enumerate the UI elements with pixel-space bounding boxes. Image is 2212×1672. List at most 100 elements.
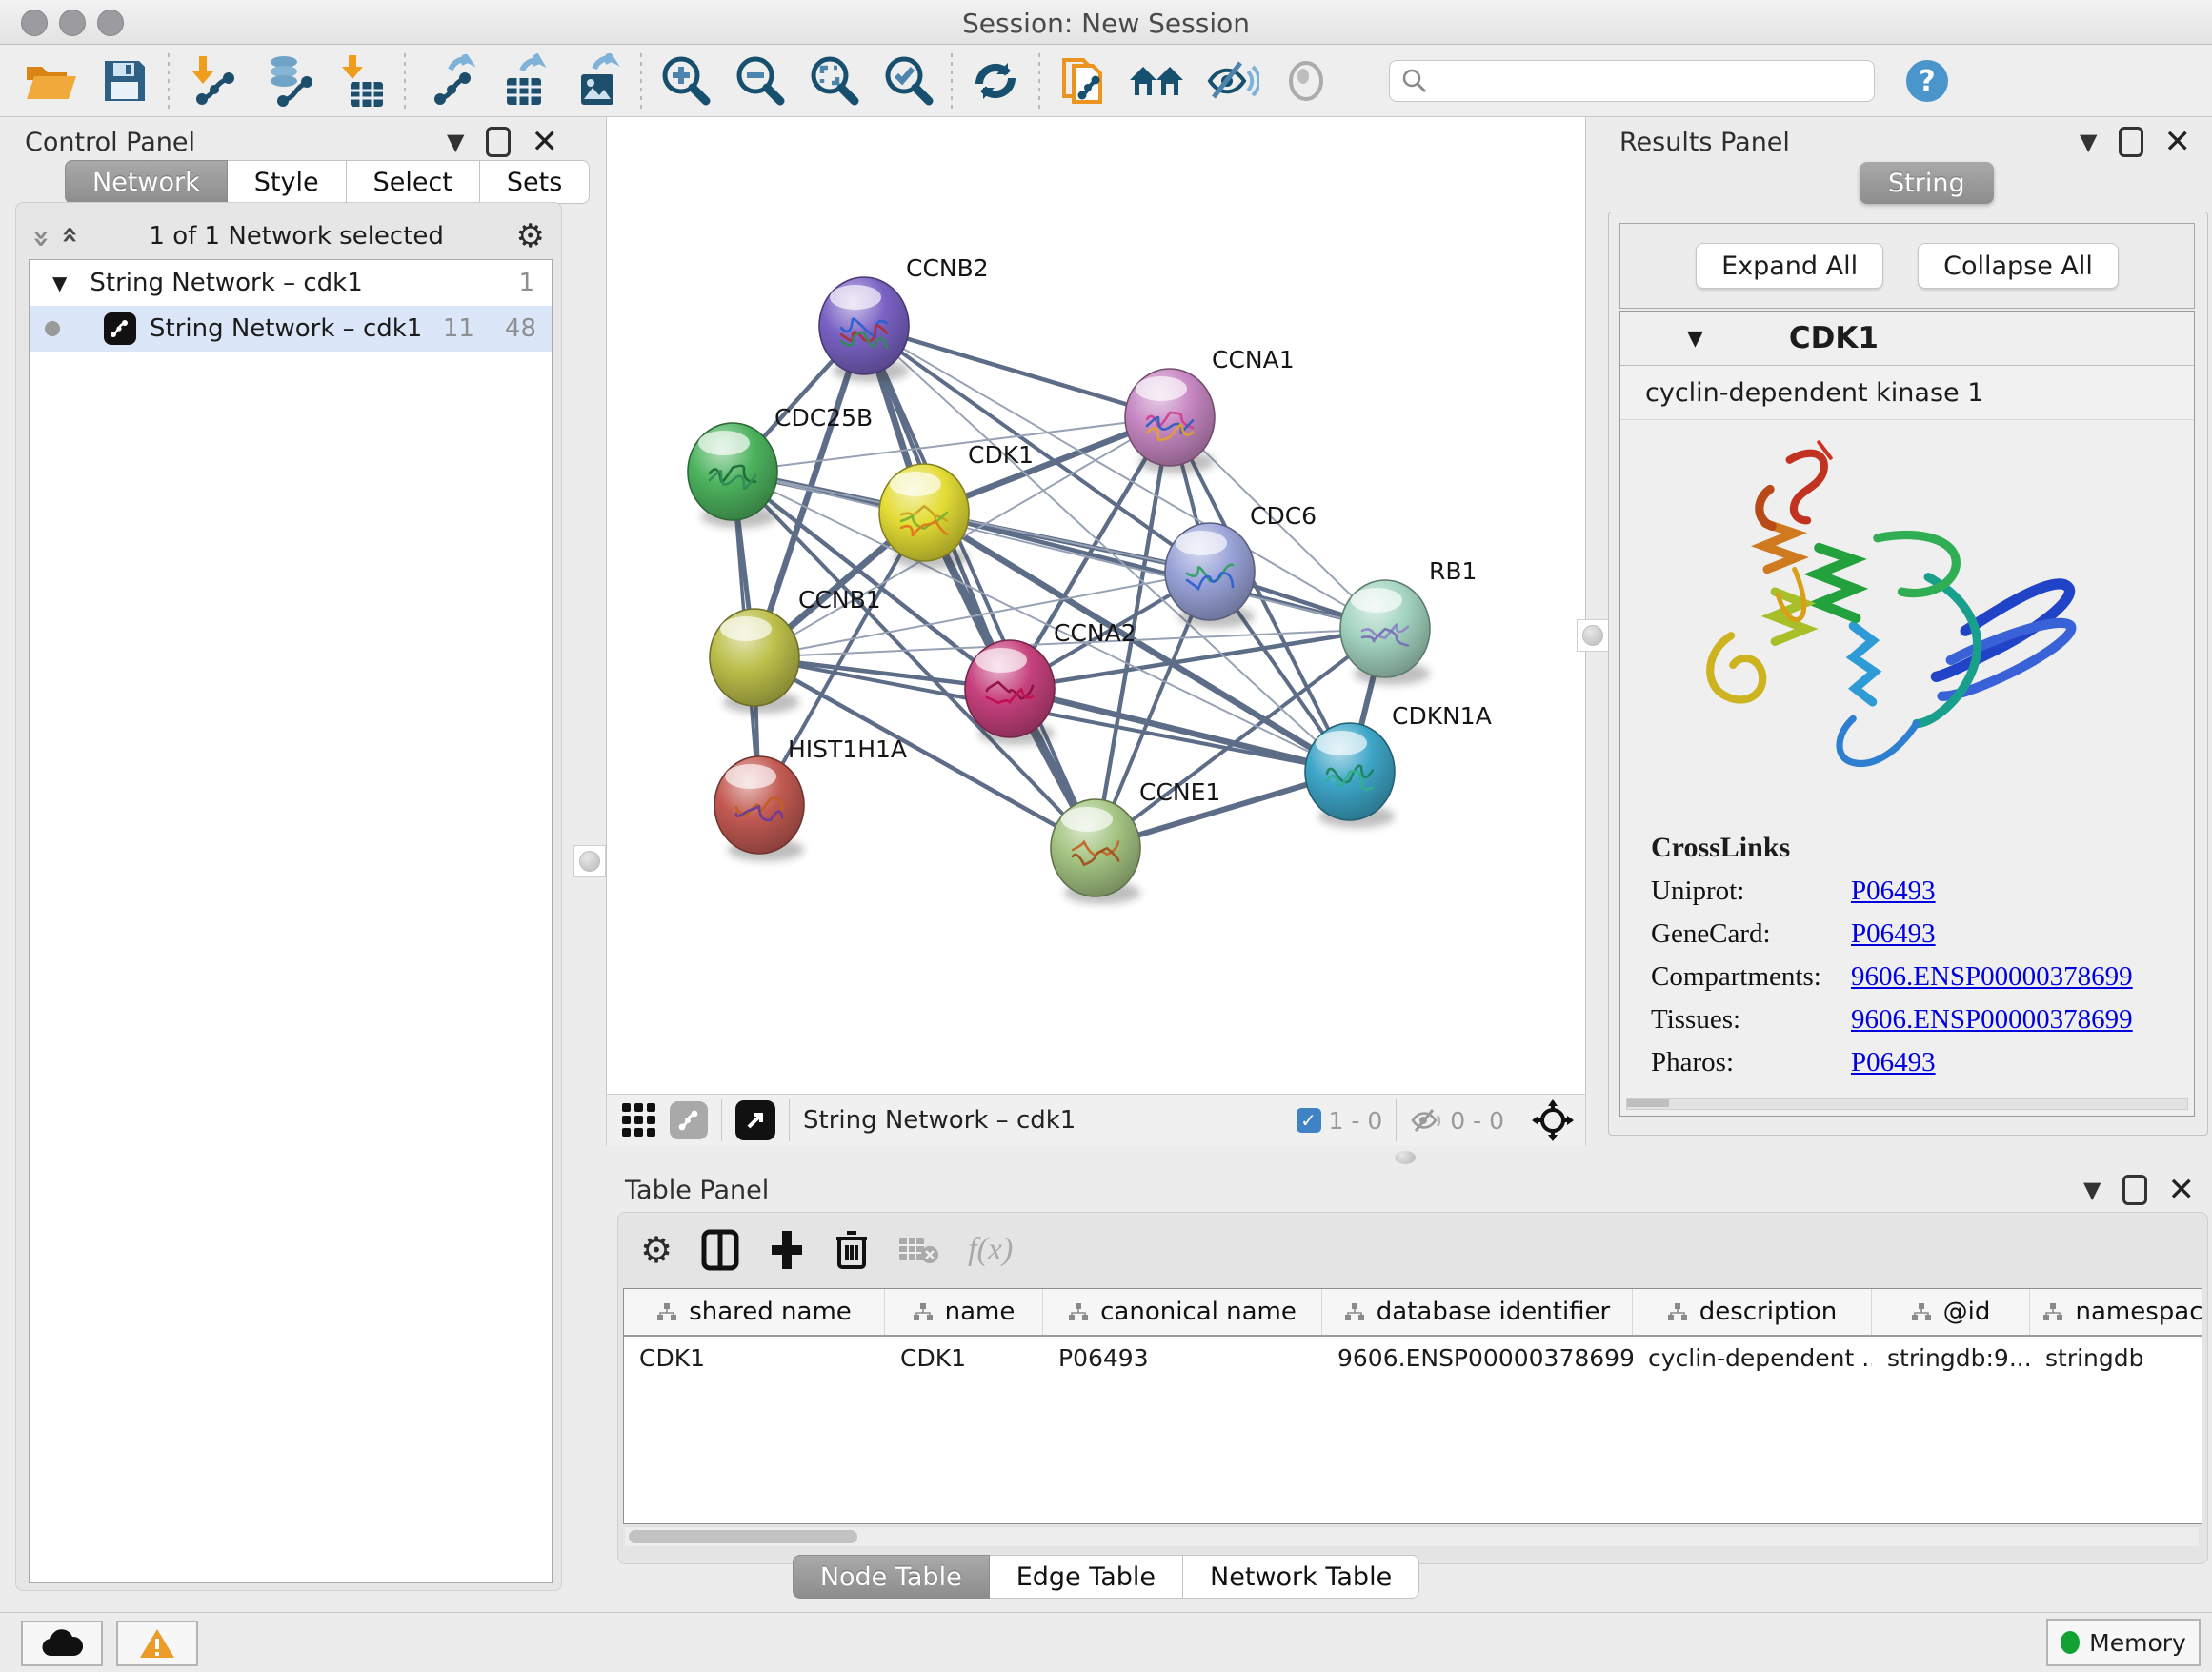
collection-count: 1 <box>518 269 534 297</box>
column-header-namespac[interactable]: namespac <box>2030 1289 2202 1335</box>
table-row[interactable]: CDK1CDK1P064939606.ENSP00000378699cyclin… <box>624 1337 2202 1379</box>
node-CDC6[interactable]: CDC6 <box>1165 502 1317 628</box>
refresh-layout-button[interactable] <box>958 50 1033 111</box>
crosslink-link[interactable]: 9606.ENSP00000378699 <box>1851 1004 2133 1036</box>
node-RB1[interactable]: RB1 <box>1340 557 1477 685</box>
tab-edge-table[interactable]: Edge Table <box>990 1555 1183 1599</box>
export-network-button[interactable] <box>412 50 486 111</box>
crosslink-label: Uniprot: <box>1651 876 1851 907</box>
edge-CCNB2-CCNE1[interactable] <box>864 326 1096 848</box>
crosslink-link[interactable]: P06493 <box>1851 876 1936 907</box>
network-graph[interactable]: CCNB2CCNA1CDC25BCDK1CDC6RB1CCNB1CCNA2CDK… <box>607 117 1585 1094</box>
delete-column-icon[interactable] <box>835 1229 869 1271</box>
gene-collapse-icon[interactable]: ▼ <box>1687 327 1703 351</box>
control-panel-float-icon[interactable]: ▼ <box>447 129 464 155</box>
table-horizontal-scrollbar[interactable] <box>625 1526 2199 1546</box>
tab-style[interactable]: Style <box>228 160 347 204</box>
column-header-database-identifier[interactable]: database identifier <box>1322 1289 1633 1335</box>
results-panel-maximize-icon[interactable] <box>2119 127 2143 157</box>
cloud-status-button[interactable] <box>21 1621 103 1666</box>
tab-node-table[interactable]: Node Table <box>793 1555 990 1599</box>
eye-icon <box>1282 57 1330 105</box>
column-header-name[interactable]: name <box>885 1289 1043 1335</box>
crosslink-link[interactable]: P06493 <box>1851 1047 1936 1078</box>
column-header-@id[interactable]: @id <box>1872 1289 2030 1335</box>
tab-network-table[interactable]: Network Table <box>1183 1555 1419 1599</box>
tab-sets[interactable]: Sets <box>480 160 590 204</box>
first-neighbors-button[interactable] <box>1120 50 1195 111</box>
search-input[interactable] <box>1428 66 1841 95</box>
zoom-fit-button[interactable] <box>796 50 871 111</box>
results-panel-float-icon[interactable]: ▼ <box>2080 129 2097 155</box>
network-collection-row[interactable]: ▼ String Network – cdk1 1 <box>30 260 552 306</box>
toolbar-search[interactable] <box>1389 60 1875 102</box>
left-splitter-handle[interactable] <box>573 845 606 877</box>
gene-card-scrollbar[interactable] <box>1626 1098 2188 1110</box>
detach-view-icon[interactable] <box>735 1100 775 1140</box>
zoom-selected-button[interactable] <box>871 50 945 111</box>
tab-string[interactable]: String <box>1860 162 1994 204</box>
import-table-file-button[interactable] <box>324 50 398 111</box>
string-view-icon[interactable] <box>670 1101 708 1139</box>
hide-selected-button[interactable] <box>1195 50 1269 111</box>
bottom-splitter-handle[interactable] <box>1395 1151 1416 1164</box>
expand-all-button[interactable]: Expand All <box>1696 243 1883 289</box>
zoom-out-button[interactable] <box>722 50 796 111</box>
protein-structure-image <box>1620 420 2194 832</box>
crosslinks-heading: CrossLinks <box>1651 832 2194 864</box>
tab-select[interactable]: Select <box>347 160 480 204</box>
gene-card-titlebar[interactable]: ▼ CDK1 <box>1620 312 2194 366</box>
network-list: ▼ String Network – cdk1 1 String Network… <box>29 259 553 1583</box>
node-CCNA1[interactable]: CCNA1 <box>1125 346 1295 473</box>
results-panel-close-icon[interactable]: ✕ <box>2164 130 2192 154</box>
node-CCNE1[interactable]: CCNE1 <box>1051 778 1220 904</box>
node-CCNB1[interactable]: CCNB1 <box>710 586 881 714</box>
expand-all-networks-icon[interactable]: » <box>53 229 87 243</box>
show-all-button[interactable] <box>1269 50 1343 111</box>
network-canvas[interactable]: CCNB2CCNA1CDC25BCDK1CDC6RB1CCNB1CCNA2CDK… <box>606 117 1586 1094</box>
birdseye-crosshair-icon[interactable] <box>1532 1099 1574 1141</box>
import-network-file-button[interactable] <box>175 50 250 111</box>
control-panel-close-icon[interactable]: ✕ <box>532 130 559 154</box>
node-table[interactable]: shared namenamecanonical namedatabase id… <box>623 1288 2202 1524</box>
add-column-icon[interactable] <box>768 1229 806 1271</box>
import-database-icon <box>259 54 314 108</box>
node-HIST1H1A[interactable]: HIST1H1A <box>714 735 907 861</box>
duplicate-network-button[interactable] <box>1046 50 1120 111</box>
selected-checkbox-icon[interactable]: ✓ <box>1297 1108 1321 1133</box>
grid-view-icon[interactable] <box>620 1101 658 1139</box>
function-builder-icon[interactable]: f(x) <box>968 1232 1013 1268</box>
column-header-canonical-name[interactable]: canonical name <box>1043 1289 1322 1335</box>
node-label-CDC25B: CDC25B <box>774 404 873 432</box>
import-network-database-button[interactable] <box>250 50 324 111</box>
warnings-button[interactable] <box>116 1621 198 1666</box>
tab-network[interactable]: Network <box>65 160 228 204</box>
show-columns-icon[interactable] <box>701 1229 739 1271</box>
crosslink-link[interactable]: P06493 <box>1851 918 1936 950</box>
column-header-shared-name[interactable]: shared name <box>624 1289 885 1335</box>
node-CDK1[interactable]: CDK1 <box>879 441 1034 569</box>
save-session-button[interactable] <box>88 50 162 111</box>
control-panel-maximize-icon[interactable] <box>486 127 511 157</box>
open-file-button[interactable] <box>13 50 88 111</box>
crosslink-link[interactable]: 9606.ENSP00000378699 <box>1851 961 2133 993</box>
zoom-in-button[interactable] <box>648 50 722 111</box>
node-CDKN1A[interactable]: CDKN1A <box>1305 702 1492 828</box>
collection-expand-icon[interactable]: ▼ <box>52 272 67 294</box>
table-panel-float-icon[interactable]: ▼ <box>2083 1177 2101 1203</box>
memory-status-dot <box>2061 1631 2080 1654</box>
help-button[interactable]: ? <box>1890 50 1964 111</box>
collapse-all-button[interactable]: Collapse All <box>1918 243 2119 289</box>
network-row-selected[interactable]: String Network – cdk1 11 48 <box>30 306 552 352</box>
network-options-gear-icon[interactable]: ⚙ <box>516 220 545 252</box>
right-splitter-handle[interactable] <box>1577 619 1609 652</box>
column-header-description[interactable]: description <box>1633 1289 1872 1335</box>
table-panel-close-icon[interactable]: ✕ <box>2168 1178 2196 1202</box>
table-panel-maximize-icon[interactable] <box>2122 1175 2147 1205</box>
export-table-button[interactable] <box>486 50 560 111</box>
export-image-button[interactable] <box>560 50 634 111</box>
edge-CCNB2-CCNA1[interactable] <box>864 326 1170 417</box>
table-options-gear-icon[interactable]: ⚙ <box>640 1232 673 1268</box>
delete-table-icon[interactable] <box>897 1234 939 1266</box>
memory-button[interactable]: Memory <box>2046 1619 2201 1666</box>
